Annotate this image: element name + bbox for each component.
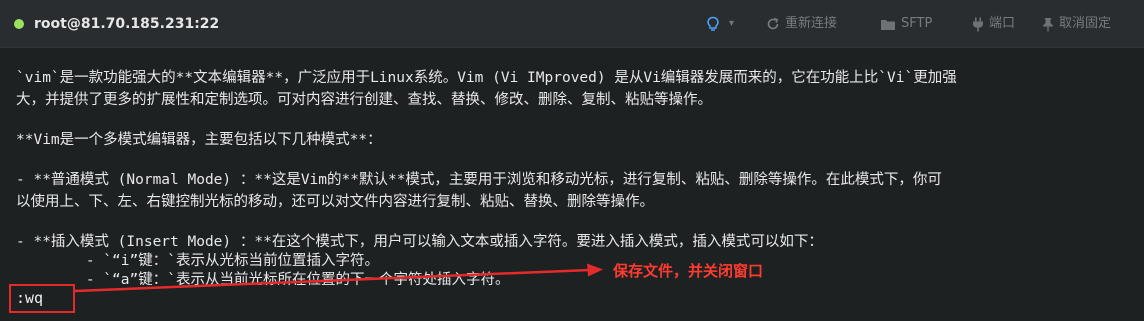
terminal-line: 以使用上、下、左、右键控制光标的移动，还可以对文件内容进行复制、粘贴、替换、删除… xyxy=(16,194,654,210)
suggestion-button[interactable]: ▾ xyxy=(706,14,734,34)
chevron-down-icon: ▾ xyxy=(729,18,735,29)
terminal-output[interactable]: `vim`是一款功能强大的**文本编辑器**，广泛应用于Linux系统。Vim … xyxy=(0,48,1144,321)
unpin-button[interactable]: 取消固定 xyxy=(1042,14,1111,34)
folder-icon xyxy=(880,18,896,31)
refresh-icon xyxy=(766,17,780,31)
unpin-label: 取消固定 xyxy=(1059,16,1112,31)
terminal-line: - **插入模式 (Insert Mode) ：**在这个模式下，用户可以输入文… xyxy=(16,234,823,250)
terminal-line: `vim`是一款功能强大的**文本编辑器**，广泛应用于Linux系统。Vim … xyxy=(16,70,957,86)
connection-status-dot xyxy=(14,19,24,29)
annotation-label: 保存文件，并关闭窗口 xyxy=(613,262,764,280)
terminal-line: - **普通模式 (Normal Mode) ：**这是Vim的**默认**模式… xyxy=(16,172,942,188)
terminal-line: **Vim是一个多模式编辑器，主要包括以下几种模式**： xyxy=(16,132,382,148)
sftp-label: SFTP xyxy=(901,16,933,31)
sftp-button[interactable]: SFTP xyxy=(880,14,932,34)
terminal-line: 大，并提供了更多的扩展性和定制选项。可对内容进行创建、查找、替换、修改、删除、复… xyxy=(16,92,712,108)
port-label: 端口 xyxy=(989,16,1016,31)
terminal-line: - `“a”键：`表示从当前光标所在位置的下一个字符处插入字符。 xyxy=(16,272,510,288)
reconnect-label: 重新连接 xyxy=(785,16,838,31)
port-button[interactable]: 端口 xyxy=(972,14,1015,34)
terminal-line: - `“i”键：`表示从光标当前位置插入字符。 xyxy=(16,253,379,269)
lightbulb-icon xyxy=(706,16,720,32)
reconnect-button[interactable]: 重新连接 xyxy=(766,14,837,34)
plug-icon xyxy=(972,17,984,32)
annotation-highlight-box xyxy=(9,284,75,313)
pin-icon xyxy=(1042,17,1054,32)
terminal-tab-bar: root@81.70.185.231:22 ▾ 重新连接 SFTP 端口 取消固… xyxy=(0,0,1144,48)
connection-title[interactable]: root@81.70.185.231:22 xyxy=(34,15,219,33)
